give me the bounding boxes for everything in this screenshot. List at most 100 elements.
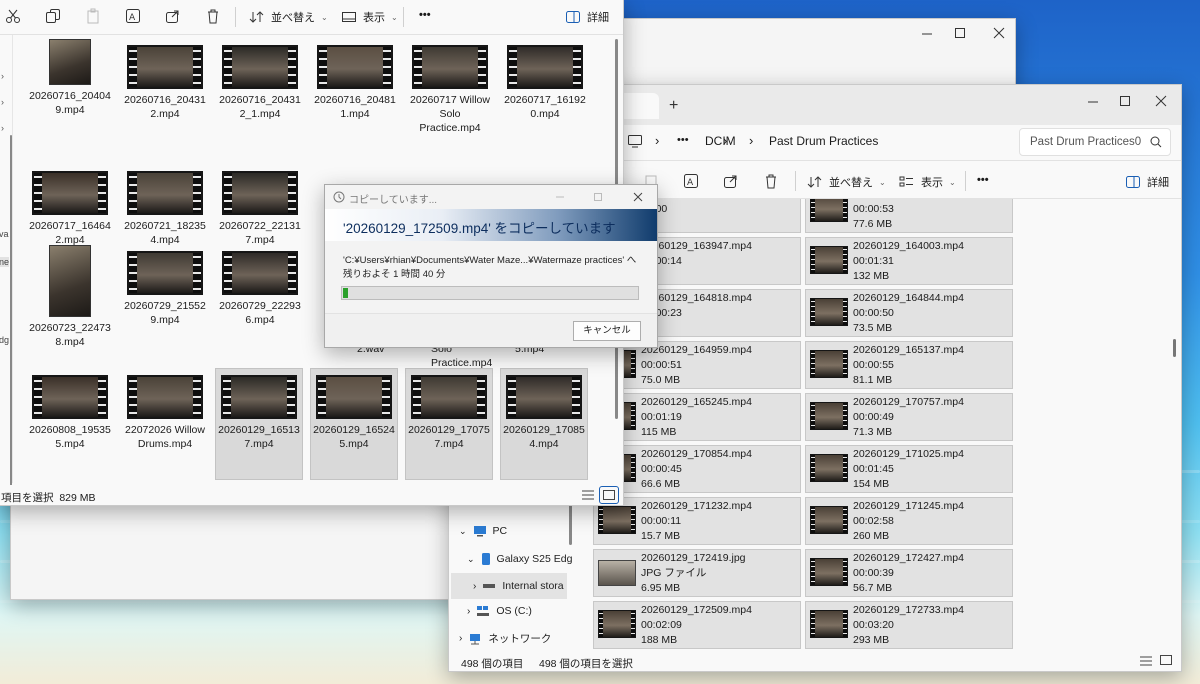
file-grid-item[interactable]: 20260129_17085 4.mp4 <box>500 368 588 480</box>
chevron-right-icon: › <box>467 605 471 617</box>
copy-icon[interactable] <box>45 8 61 24</box>
breadcrumb-dcim[interactable]: DCIM <box>705 134 736 148</box>
rename-icon[interactable]: A <box>125 8 141 24</box>
delete-icon[interactable] <box>763 173 779 189</box>
search-input[interactable]: Past Drum Practices0 <box>1019 128 1171 156</box>
cancel-button[interactable]: キャンセル <box>573 321 641 341</box>
details-pane-icon <box>1126 176 1140 188</box>
computer-icon[interactable] <box>627 133 643 149</box>
list-view-icon[interactable] <box>1139 655 1153 667</box>
file-list-scrollbar[interactable] <box>1173 339 1176 357</box>
share-icon[interactable] <box>165 8 181 24</box>
file-grid-item[interactable]: 20260808_19535 5.mp4 <box>25 369 115 451</box>
file-line3: 132 MB <box>853 270 890 282</box>
maximize-button[interactable] <box>1113 91 1137 111</box>
file-grid-item[interactable]: 20260716_20404 9.mp4 <box>25 39 115 117</box>
file-grid-item[interactable]: 20260721_18235 4.mp4 <box>120 165 210 247</box>
view-button[interactable]: 表示 ⌄ <box>899 174 956 190</box>
video-thumbnail <box>412 45 488 89</box>
back-window-minimize[interactable] <box>915 23 939 43</box>
file-line3: 77.6 MB <box>853 218 893 230</box>
close-button[interactable] <box>1149 91 1173 111</box>
file-list[interactable]: 01:00MB00:00:5377.6 MB20260129_163947.mp… <box>581 199 1171 655</box>
tiles-view-icon[interactable] <box>599 486 619 504</box>
list-view-icon[interactable] <box>581 489 595 501</box>
file-list-item[interactable]: 20260129_171245.mp4 00:02:58 260 MB <box>805 497 1013 545</box>
nav-pane-scrollbar[interactable] <box>569 505 572 545</box>
view-button[interactable]: 表示 ⌄ <box>341 9 398 25</box>
copy-dialog[interactable]: コピーしています... '20260129_172509.mp4' をコピーして… <box>324 184 658 348</box>
tiles-view-icon[interactable] <box>1159 654 1173 666</box>
file-name-line: 20260129_17085 <box>503 424 585 436</box>
file-list-item[interactable]: 20260129_170854.mp4 00:00:45 66.6 MB <box>593 445 801 493</box>
file-list-item[interactable]: 20260129_165245.mp4 00:01:19 115 MB <box>593 393 801 441</box>
share-icon[interactable] <box>723 173 739 189</box>
pc-icon <box>473 526 486 537</box>
file-grid-item[interactable]: 20260722_22131 7.mp4 <box>215 165 305 247</box>
delete-icon[interactable] <box>205 8 221 24</box>
file-grid-item[interactable]: 20260729_22293 6.mp4 <box>215 245 305 327</box>
sort-button[interactable]: 並べ替え ⌄ <box>249 9 328 25</box>
file-list-item[interactable]: 20260129_172733.mp4 00:03:20 293 MB <box>805 601 1013 649</box>
file-grid-item[interactable]: 20260729_21552 9.mp4 <box>120 245 210 327</box>
back-window-maximize[interactable] <box>948 23 972 43</box>
rename-icon[interactable]: A <box>683 173 699 189</box>
details-button[interactable]: 詳細 <box>1125 174 1169 190</box>
file-grid-item[interactable]: 20260716_20481 1.mp4 <box>310 39 400 121</box>
minimize-button[interactable] <box>1081 91 1105 111</box>
nav-scrollbar[interactable] <box>10 135 12 505</box>
file-grid-item[interactable]: 20260723_22473 8.mp4 <box>25 245 115 349</box>
copy-progress-fill <box>343 288 349 298</box>
file-name-line: 7.mp4 <box>244 438 274 450</box>
file-grid-item[interactable]: 20260129_16513 7.mp4 <box>215 368 303 480</box>
file-list-item[interactable]: 20260129_171232.mp4 00:00:11 15.7 MB <box>593 497 801 545</box>
file-list-item[interactable]: 20260129_165137.mp4 00:00:55 81.1 MB <box>805 341 1013 389</box>
paste-icon[interactable] <box>85 8 101 24</box>
nav-internal-storage[interactable]: › Internal stora <box>451 573 567 599</box>
file-grid-item[interactable]: 20260716_20431 2.mp4 <box>120 39 210 121</box>
nav-pc[interactable]: ⌄ PC <box>459 525 507 537</box>
video-thumbnail <box>507 45 583 89</box>
dialog-close[interactable] <box>631 191 645 203</box>
file-list-item[interactable]: 20260129_170757.mp4 00:00:49 71.3 MB <box>805 393 1013 441</box>
more-options-button[interactable]: ••• <box>977 174 989 186</box>
file-grid-item[interactable]: 20260717_16464 2.mp4 <box>25 165 115 247</box>
new-tab-button[interactable]: + <box>669 97 678 115</box>
file-grid-item[interactable]: 20260717_16192 0.mp4 <box>500 39 590 121</box>
sort-button[interactable]: 並べ替え ⌄ <box>807 174 886 190</box>
breadcrumb-overflow[interactable]: ••• <box>677 134 689 146</box>
back-window-close[interactable] <box>987 23 1011 43</box>
file-name-line: Drums.mp4 <box>137 438 193 450</box>
file-line3: 73.5 MB <box>853 322 893 334</box>
file-grid-item[interactable]: 20260716_20431 2_1.mp4 <box>215 39 305 121</box>
dialog-maximize[interactable] <box>591 191 605 203</box>
file-list-item[interactable]: 20260129_164844.mp4 00:00:50 73.5 MB <box>805 289 1013 337</box>
nav-galaxy[interactable]: ⌄ Galaxy S25 Edg <box>467 552 572 566</box>
dialog-minimize[interactable] <box>553 191 567 203</box>
file-list-item[interactable]: 20260129_172419.jpg JPG ファイル 6.95 MB <box>593 549 801 597</box>
file-grid-item[interactable]: 20260129_17075 7.mp4 <box>405 368 493 480</box>
breadcrumb-current[interactable]: Past Drum Practices <box>769 134 878 148</box>
video-thumbnail <box>127 251 203 295</box>
cut-icon[interactable] <box>5 8 21 24</box>
details-button[interactable]: 詳細 <box>565 9 609 25</box>
file-grid-item[interactable]: 20260717 Willow Solo Practice.mp4 <box>405 39 495 135</box>
file-list-item[interactable]: 20260129_172509.mp4 00:02:09 188 MB <box>593 601 801 649</box>
file-grid-item[interactable]: 20260129_16524 5.mp4 <box>310 368 398 480</box>
file-list-item[interactable]: 20260129_172427.mp4 00:00:39 56.7 MB <box>805 549 1013 597</box>
more-options-button[interactable]: ••• <box>419 9 431 21</box>
chevron-right-icon: › <box>459 633 463 644</box>
file-list-item[interactable]: 20260129_164003.mp4 00:01:31 132 MB <box>805 237 1013 285</box>
file-list-item[interactable]: 20260129_164959.mp4 00:00:51 75.0 MB <box>593 341 801 389</box>
video-thumbnail <box>49 39 91 85</box>
details-pane-icon <box>566 11 580 23</box>
file-grid-item[interactable]: 22072026 Willow Drums.mp4 <box>120 369 210 451</box>
dialog-destination-path: 'C:¥Users¥rhian¥Documents¥Water Maze...¥… <box>343 255 637 266</box>
video-thumbnail <box>127 375 203 419</box>
file-name-line: 20260716_20404 <box>29 90 111 102</box>
nav-os-drive[interactable]: › OS (C:) <box>467 605 532 617</box>
file-list-item[interactable]: 00:00:53 77.6 MB <box>805 199 1013 233</box>
nav-network[interactable]: › ネットワーク <box>459 631 551 646</box>
copy-icon <box>333 191 345 203</box>
file-list-item[interactable]: 20260129_171025.mp4 00:01:45 154 MB <box>805 445 1013 493</box>
